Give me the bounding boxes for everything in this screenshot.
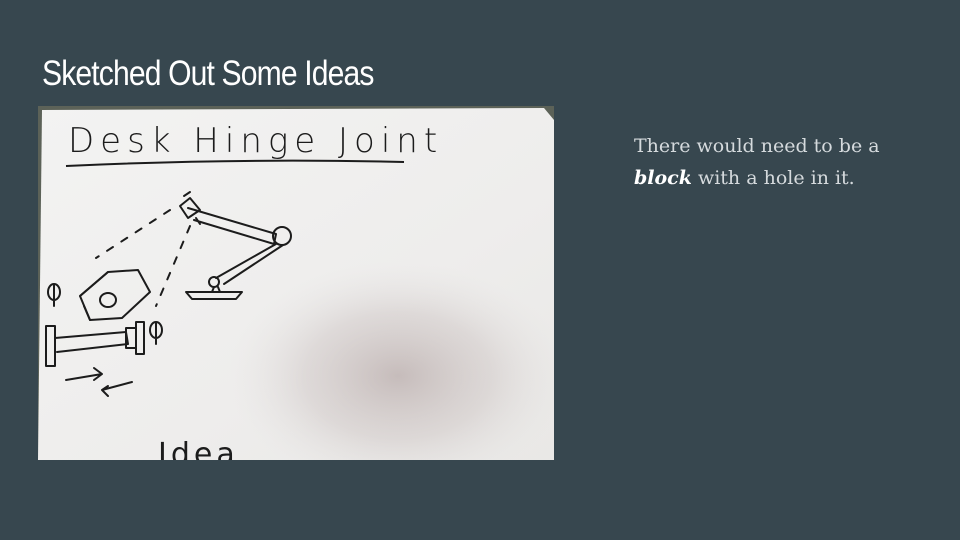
body-text-end: with a hole in it.	[691, 167, 855, 189]
body-text-emphasis: block	[634, 167, 692, 189]
sketch-heading: Desk Hinge Joint	[68, 121, 443, 161]
slide-title: Sketched Out Some Ideas	[42, 54, 374, 93]
body-text-start: There would need to be a	[634, 135, 880, 157]
body-text: There would need to be a block with a ho…	[634, 130, 934, 194]
sketch-drawing: Desk Hinge Joint Idea	[38, 106, 554, 460]
sketch-photo: Desk Hinge Joint Idea	[38, 106, 554, 460]
sketch-footer: Idea	[158, 437, 239, 460]
